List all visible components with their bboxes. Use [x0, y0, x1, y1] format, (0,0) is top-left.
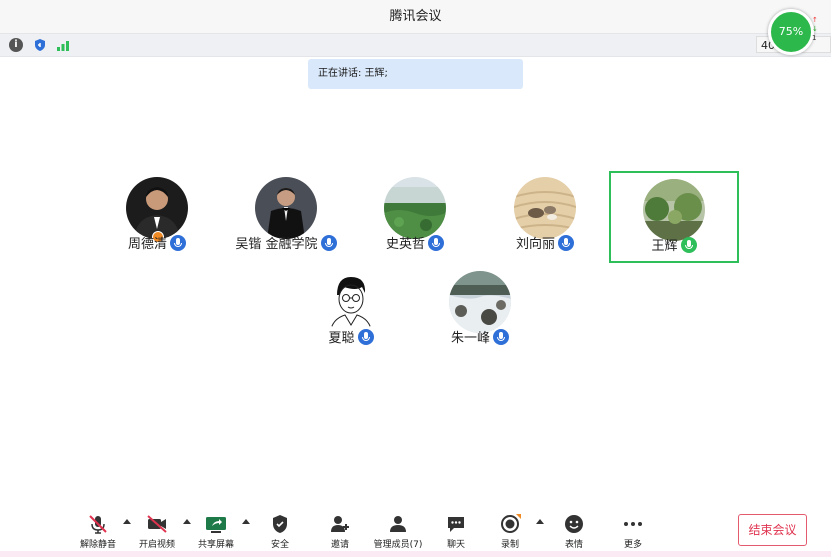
participant-tile[interactable]: 刘向丽	[480, 171, 610, 263]
upload-arrow-icon: ↑	[812, 16, 818, 24]
end-meeting-button[interactable]: 结束会议	[738, 514, 807, 546]
reactions-button[interactable]: 表情	[544, 513, 604, 550]
chat-label: 聊天	[446, 540, 465, 550]
window-title: 腾讯会议	[389, 9, 442, 24]
info-icon[interactable]: i	[9, 38, 23, 52]
unmute-label: 解除静音	[79, 540, 116, 550]
invite-button[interactable]: 邀请	[310, 513, 370, 550]
mic-muted-icon	[357, 329, 374, 345]
record-options-caret-icon[interactable]	[536, 519, 544, 524]
share-options-caret-icon[interactable]	[242, 519, 250, 524]
security-label: 安全	[270, 540, 289, 550]
meeting-toolbar: 解除静音 开启视频 共享屏幕 安全 邀请 管理成员(7) 聊天 录制 表情 更多	[0, 505, 831, 557]
network-speed: ↑ ↓ 1	[812, 16, 818, 43]
avatar	[514, 177, 576, 239]
reactions-label: 表情	[564, 540, 583, 550]
participant-name: 王辉	[651, 239, 678, 254]
network-performance-widget[interactable]: 75%	[768, 9, 814, 55]
mic-muted-icon	[320, 235, 337, 251]
avatar	[643, 179, 705, 241]
chat-icon	[448, 517, 464, 532]
shield-icon[interactable]	[33, 38, 47, 52]
add-person-icon	[331, 516, 349, 532]
avatar	[384, 177, 446, 239]
speaking-indicator: 正在讲话: 王辉;	[308, 59, 523, 89]
share-screen-icon	[206, 517, 226, 533]
download-arrow-icon: ↓	[812, 25, 818, 33]
avatar	[126, 177, 188, 239]
avatar	[255, 177, 317, 239]
mic-muted-icon	[428, 235, 444, 251]
manage-members-label: 管理成员(7)	[373, 540, 423, 550]
status-bar: i 40:0	[0, 33, 831, 57]
participant-tile-active-speaker[interactable]: 王辉	[609, 171, 739, 263]
share-screen-label: 共享屏幕	[197, 540, 234, 550]
participant-tile[interactable]: 朱一峰	[415, 265, 545, 357]
record-button[interactable]: 录制	[480, 513, 540, 550]
more-label: 更多	[623, 540, 642, 550]
members-icon	[390, 516, 406, 532]
mic-muted-icon	[493, 329, 509, 345]
invite-label: 邀请	[330, 540, 349, 550]
participant-tile[interactable]: 夏聪	[286, 265, 416, 357]
participant-name: 朱一峰	[450, 331, 490, 346]
more-dots-icon	[624, 522, 642, 526]
start-video-button[interactable]: 开启视频	[127, 513, 187, 550]
camera-off-icon	[147, 515, 167, 533]
chat-button[interactable]: 聊天	[426, 513, 486, 550]
mic-muted-icon	[170, 235, 186, 251]
mic-active-icon	[680, 237, 697, 253]
more-button[interactable]: 更多	[603, 513, 663, 550]
shield-icon	[273, 515, 287, 533]
mic-muted-icon	[558, 235, 574, 251]
avatar	[449, 271, 511, 333]
mic-off-icon	[89, 515, 107, 534]
record-label: 录制	[500, 540, 519, 550]
record-icon	[501, 514, 521, 533]
participant-name: 史英哲	[385, 237, 425, 252]
participant-name: 夏聪	[328, 331, 355, 346]
participant-name: 周德清	[127, 237, 167, 252]
share-screen-button[interactable]: 共享屏幕	[186, 513, 246, 550]
signal-icon[interactable]	[56, 38, 70, 52]
unmute-button[interactable]: 解除静音	[68, 513, 128, 550]
participant-tile[interactable]: 吴锴 金融学院	[221, 171, 351, 263]
participant-name: 刘向丽	[515, 237, 555, 252]
participant-tile[interactable]: 周德清	[92, 171, 222, 263]
security-button[interactable]: 安全	[250, 513, 310, 550]
emoji-icon	[565, 515, 583, 533]
start-video-label: 开启视频	[138, 540, 175, 550]
bottom-strip	[0, 551, 831, 557]
manage-members-button[interactable]: 管理成员(7)	[368, 513, 428, 550]
avatar	[320, 271, 382, 333]
participant-tile[interactable]: 史英哲	[350, 171, 480, 263]
participant-name: 吴锴 金融学院	[235, 237, 318, 252]
window-titlebar: 腾讯会议	[0, 0, 831, 33]
network-speed-value: 1	[812, 34, 817, 42]
